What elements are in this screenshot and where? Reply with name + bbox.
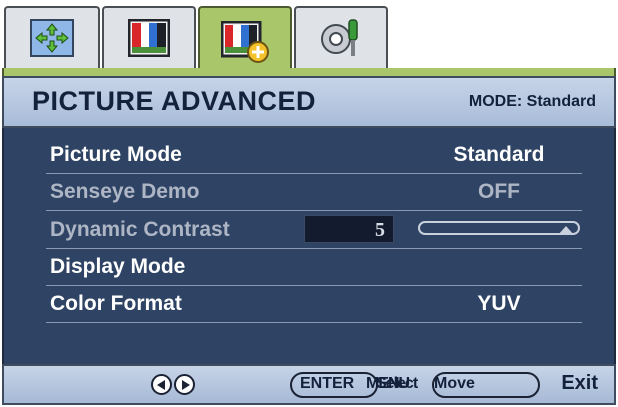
footer-bar: ENTER MENU Select Move Exit bbox=[2, 364, 616, 405]
menu-item-value: OFF bbox=[478, 180, 520, 203]
color-bars-icon bbox=[128, 19, 170, 57]
menu-item-display-mode[interactable]: Display Mode bbox=[46, 249, 582, 286]
right-arrow-button[interactable] bbox=[174, 374, 195, 395]
menu-item-dynamic-contrast[interactable]: Dynamic Contrast 5 bbox=[46, 212, 582, 249]
tab-system[interactable] bbox=[294, 6, 388, 68]
enter-label: ENTER bbox=[300, 375, 355, 392]
menu-item-label: Picture Mode bbox=[50, 143, 182, 166]
menu-panel: Picture Mode Standard Senseye Demo OFF D… bbox=[2, 128, 616, 364]
gear-screwdriver-icon bbox=[321, 19, 358, 56]
menu-item-senseye-demo[interactable]: Senseye Demo OFF bbox=[46, 174, 582, 211]
value-box: 5 bbox=[304, 215, 394, 243]
left-arrow-button[interactable] bbox=[151, 374, 172, 395]
menu-item-label: Senseye Demo bbox=[50, 180, 200, 203]
menu-item-picture-mode[interactable]: Picture Mode Standard bbox=[46, 137, 582, 174]
menu-header: PICTURE ADVANCED MODE: Standard bbox=[2, 76, 616, 128]
move-arrows-icon bbox=[30, 19, 74, 57]
osd-window: PICTURE ADVANCED MODE: Standard Picture … bbox=[0, 0, 618, 407]
mode-indicator: MODE: Standard bbox=[468, 93, 596, 110]
menu-item-label: Dynamic Contrast bbox=[50, 218, 230, 241]
exit-button[interactable]: Exit bbox=[561, 372, 598, 395]
page-title: PICTURE ADVANCED bbox=[32, 86, 317, 116]
tab-picture[interactable] bbox=[102, 6, 196, 68]
select-label: Select bbox=[376, 375, 418, 392]
menu-item-value: 5 bbox=[375, 219, 385, 241]
left-arrow-icon bbox=[157, 380, 165, 390]
tab-display[interactable] bbox=[4, 6, 100, 68]
contrast-slider[interactable] bbox=[418, 221, 580, 235]
color-bars-plus-icon bbox=[221, 21, 269, 63]
menu-item-value: YUV bbox=[477, 292, 521, 315]
move-button[interactable] bbox=[432, 372, 540, 398]
menu-item-label: Display Mode bbox=[50, 255, 186, 278]
tab-picture-advanced[interactable] bbox=[198, 6, 292, 76]
menu-item-color-format[interactable]: Color Format YUV bbox=[46, 286, 582, 323]
menu-item-label: Color Format bbox=[50, 292, 182, 315]
slider-knob[interactable] bbox=[558, 226, 574, 235]
right-arrow-icon bbox=[182, 380, 190, 390]
menu-item-value: Standard bbox=[453, 143, 545, 166]
